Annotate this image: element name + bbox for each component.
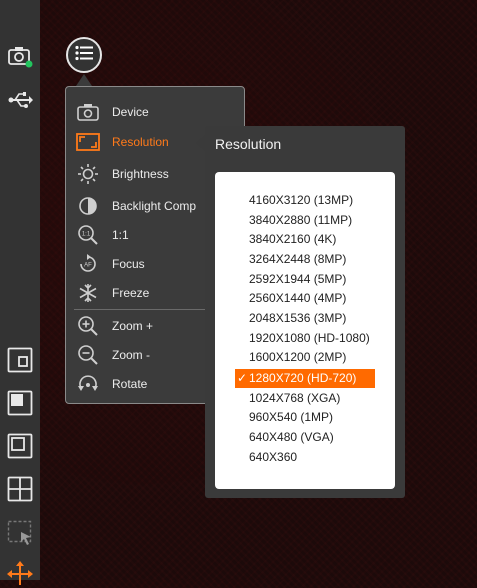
camera-icon[interactable]: [6, 42, 34, 70]
camera-icon: [74, 101, 102, 123]
menu-item-label: Device: [112, 105, 149, 119]
resolution-option[interactable]: 4160X3120 (13MP): [235, 191, 375, 210]
resolution-option[interactable]: 640X480 (VGA): [235, 428, 375, 447]
resolution-panel: Resolution 4160X3120 (13MP) 3840X2880 (1…: [205, 126, 405, 498]
resolution-icon: [74, 131, 102, 153]
resolution-option[interactable]: 3840X2880 (11MP): [235, 211, 375, 230]
resolution-option[interactable]: 3840X2160 (4K): [235, 230, 375, 249]
resolution-option-label: 1280X720 (HD-720): [249, 371, 357, 385]
menu-item-label: Backlight Comp: [112, 199, 197, 213]
zoom-in-icon: [74, 315, 102, 337]
menu-item-label: Zoom -: [112, 348, 151, 362]
menu-item-label: Rotate: [112, 377, 148, 391]
contrast-icon: [74, 195, 102, 217]
resolution-option[interactable]: 1600X1200 (2MP): [235, 348, 375, 367]
resolution-option[interactable]: 3264X2448 (8MP): [235, 250, 375, 269]
autofocus-icon: AF: [74, 253, 102, 275]
zoom-1-1-icon: 1:1: [74, 224, 102, 246]
resolution-option[interactable]: 960X540 (1MP): [235, 408, 375, 427]
move-icon[interactable]: [6, 560, 34, 588]
resolution-option[interactable]: 2560X1440 (4MP): [235, 289, 375, 308]
list-menu-icon: [75, 45, 93, 66]
resolution-option-selected[interactable]: ✓ 1280X720 (HD-720): [235, 369, 375, 388]
left-toolbar: [0, 0, 40, 585]
menu-item-device[interactable]: Device: [74, 99, 239, 125]
resolution-option[interactable]: 2592X1944 (5MP): [235, 270, 375, 289]
svg-text:1:1: 1:1: [82, 232, 91, 238]
zoom-out-icon: [74, 344, 102, 366]
menu-button[interactable]: [66, 37, 102, 73]
menu-item-label: Zoom +: [112, 319, 154, 333]
select-region-icon[interactable]: [6, 519, 34, 547]
menu-item-label: Focus: [112, 257, 145, 271]
checkmark-icon: ✓: [236, 371, 248, 385]
window-icon[interactable]: [6, 432, 34, 460]
menu-item-label: 1:1: [112, 228, 129, 242]
svg-text:AF: AF: [84, 263, 92, 269]
menu-item-label: Freeze: [112, 286, 150, 300]
resolution-option[interactable]: 1024X768 (XGA): [235, 389, 375, 408]
pip-small-icon[interactable]: [6, 346, 34, 374]
menu-item-label: Brightness: [112, 167, 169, 181]
rotate-icon: [74, 373, 102, 395]
grid-icon[interactable]: [6, 475, 34, 503]
sun-icon: [74, 163, 102, 185]
resolution-option[interactable]: 1920X1080 (HD-1080): [235, 329, 375, 348]
panel-title: Resolution: [215, 136, 282, 152]
resolution-list: 4160X3120 (13MP) 3840X2880 (11MP) 3840X2…: [215, 172, 395, 489]
snowflake-icon: [74, 282, 102, 304]
resolution-option[interactable]: 640X360: [235, 448, 375, 467]
menu-item-label: Resolution: [112, 135, 169, 149]
status-dot: [25, 60, 33, 68]
usb-icon[interactable]: [6, 86, 34, 114]
resolution-option[interactable]: 2048X1536 (3MP): [235, 309, 375, 328]
menu-pointer: [76, 74, 92, 86]
pip-large-icon[interactable]: [6, 389, 34, 417]
